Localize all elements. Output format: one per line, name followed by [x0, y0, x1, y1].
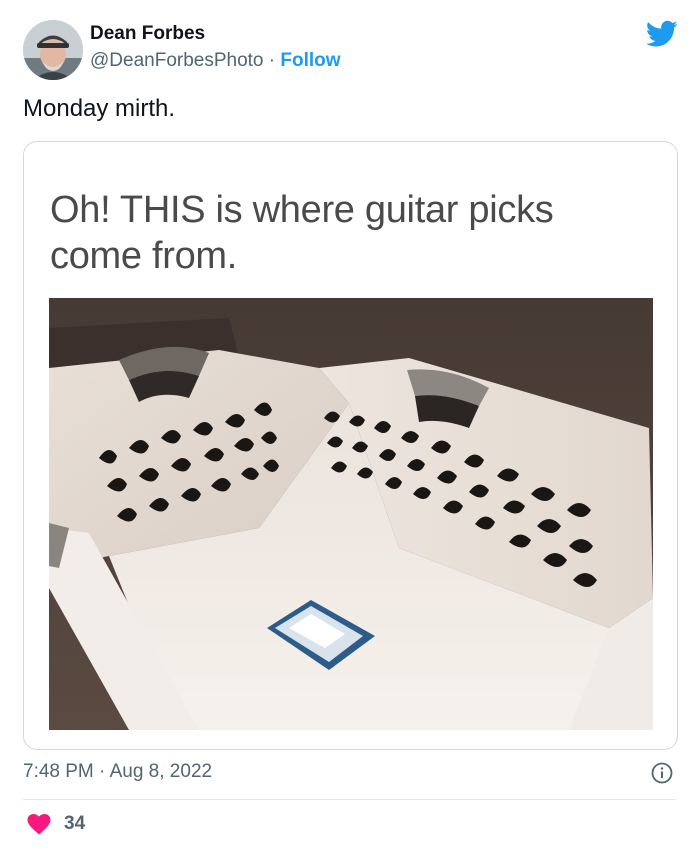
author-handle[interactable]: @DeanForbesPhoto	[90, 50, 264, 71]
timestamp[interactable]: 7:48 PM · Aug 8, 2022	[23, 761, 212, 783]
separator-dot: ·	[268, 50, 276, 71]
heart-icon[interactable]	[27, 813, 51, 835]
tweet-text: Monday mirth.	[23, 95, 176, 122]
caption-line-1: Oh! THIS is where guitar picks	[50, 189, 554, 231]
like-count: 34	[64, 813, 86, 834]
media-card[interactable]: Oh! THIS is where guitar picks come from…	[23, 141, 678, 750]
avatar-image	[23, 20, 83, 80]
divider	[23, 799, 676, 800]
author-name[interactable]: Dean Forbes	[90, 23, 205, 45]
caption-line-2: come from.	[50, 235, 238, 277]
avatar[interactable]	[23, 20, 83, 80]
author-handle-line: @DeanForbesPhoto · Follow	[90, 50, 341, 72]
info-icon[interactable]	[651, 762, 673, 784]
twitter-bird-icon[interactable]	[646, 20, 678, 48]
laundry-basket-photo	[49, 298, 653, 730]
media-caption: Oh! THIS is where guitar picks come from…	[50, 187, 650, 279]
follow-button[interactable]: Follow	[280, 50, 340, 71]
tweet-embed: Dean Forbes @DeanForbesPhoto · Follow Mo…	[0, 0, 700, 852]
